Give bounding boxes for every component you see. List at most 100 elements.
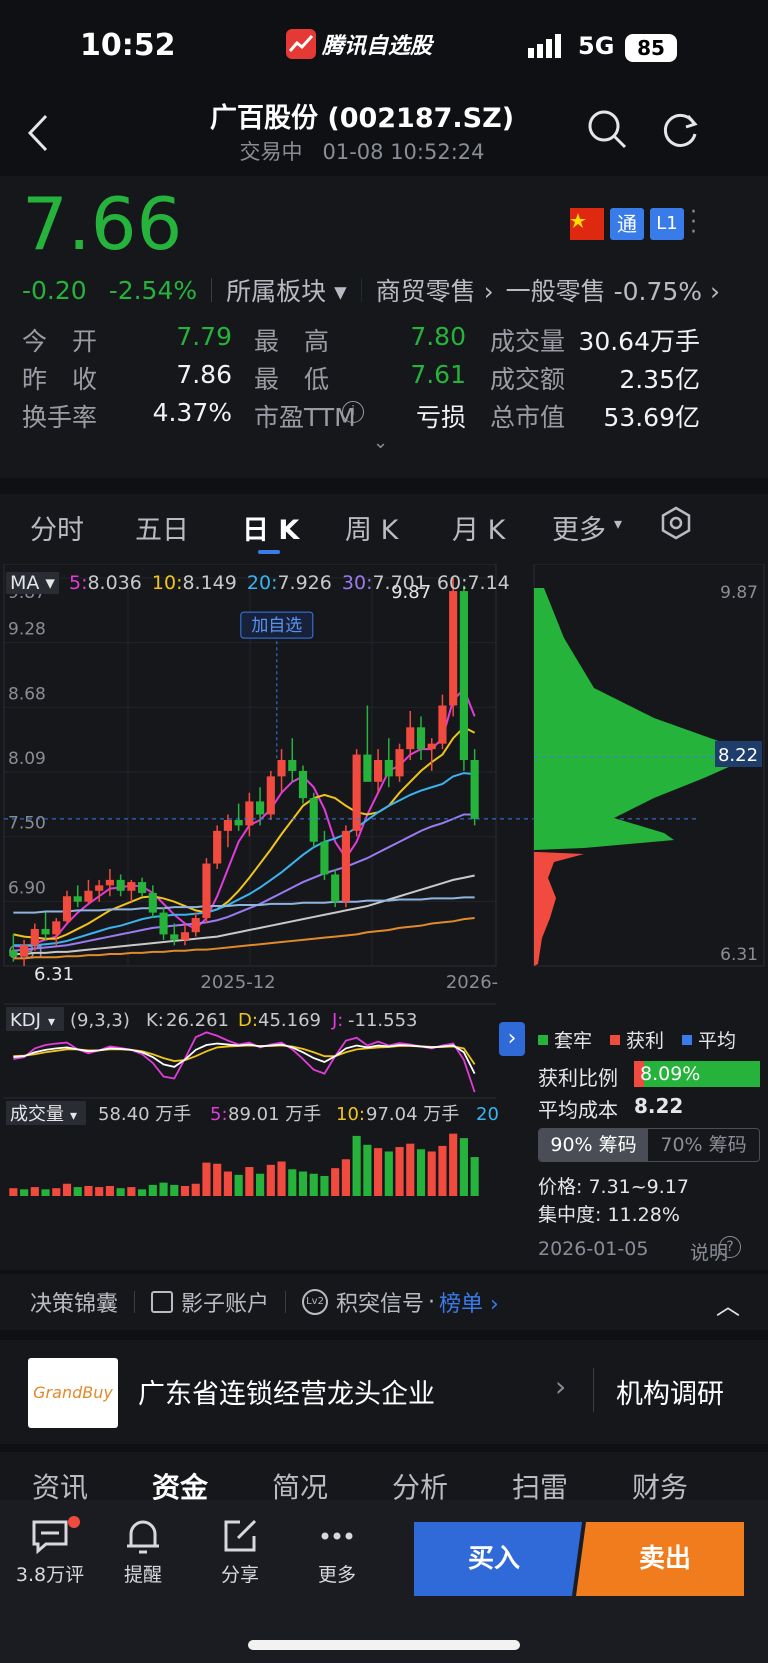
info-tab-5[interactable]: 财务: [632, 1466, 688, 1500]
volume-bar: [266, 1164, 275, 1196]
tab-70-chips[interactable]: 70% 筹码: [648, 1129, 759, 1161]
volume-bar: [245, 1167, 254, 1196]
volume-bar: [84, 1185, 93, 1196]
tab-0[interactable]: 分时: [30, 508, 84, 547]
tab-90-chips[interactable]: 90% 筹码: [539, 1129, 649, 1161]
info-icon[interactable]: i: [342, 401, 364, 423]
level1-badge[interactable]: L1: [650, 208, 684, 240]
expand-right-button[interactable]: ›: [499, 1022, 525, 1056]
ma-number: 7.926: [277, 572, 332, 594]
volume-bar: [416, 1149, 426, 1196]
volume-bar: [470, 1157, 479, 1196]
ma-value: 20:7.926: [246, 572, 332, 594]
volume-bar: [213, 1163, 222, 1196]
tab-1[interactable]: 五日: [135, 508, 189, 547]
info-tabs: 资讯 资金 简况 分析 扫雷 财务: [0, 1452, 768, 1500]
decision-kit-link[interactable]: 决策锦囊: [30, 1286, 118, 1318]
ma-number: 8.149: [182, 572, 237, 594]
ma-selector[interactable]: MA ▾: [6, 572, 59, 594]
battery-icon: 85: [625, 34, 677, 62]
kline-chart[interactable]: 9.879.288.688.097.506.906.319.876.31加自选2…: [0, 564, 768, 1270]
info-tab-3[interactable]: 分析: [392, 1466, 448, 1500]
share-button[interactable]: 分享: [205, 1516, 275, 1587]
tab-5[interactable]: 更多: [552, 508, 606, 547]
volume-bar: [459, 1138, 468, 1196]
signal-link[interactable]: 积突信号: [336, 1286, 424, 1318]
stat-label: 最 低: [254, 365, 330, 394]
remind-button[interactable]: 提醒: [108, 1516, 178, 1587]
kdj-line: [13, 1031, 476, 1093]
company-banner[interactable]: GrandBuy 广东省连锁经营龙头企业 › 机构调研: [0, 1340, 768, 1444]
refresh-button[interactable]: [660, 108, 702, 154]
ma-label: MA: [10, 572, 40, 594]
tab-4[interactable]: 月 K: [452, 508, 505, 547]
volume-bar: [138, 1189, 147, 1196]
stat-value: 7.79: [176, 322, 232, 351]
tab-2[interactable]: 日 K: [242, 508, 299, 547]
candle: [427, 743, 436, 750]
avg-cost-label: 平均成本: [538, 1098, 618, 1122]
candle: [84, 890, 93, 902]
candle: [105, 879, 114, 886]
ma-value: 30:7.701: [341, 572, 427, 594]
stat-value: 4.37%: [152, 398, 232, 427]
chip-y-top: 9.87: [720, 583, 758, 603]
volume-bar: [298, 1171, 308, 1196]
more-button[interactable]: 更多: [302, 1516, 372, 1587]
more-vertical-icon[interactable]: · · ·: [690, 202, 697, 244]
sector-link-1[interactable]: 商贸零售 ›: [376, 272, 494, 308]
chip-legend: 套牢 获利 平均: [538, 1026, 754, 1053]
volume-ma5: 89.01 万手: [228, 1104, 321, 1125]
caret-down-icon: ▾: [614, 514, 623, 533]
candle: [20, 945, 29, 957]
volume-bar: [73, 1187, 82, 1196]
volume-bar: [438, 1145, 447, 1196]
refresh-icon: [663, 113, 698, 147]
info-tab-1[interactable]: 资金: [152, 1466, 208, 1500]
comments-count: 3.8万评: [15, 1564, 85, 1586]
tab-3[interactable]: 周 K: [345, 508, 398, 547]
search-button[interactable]: [586, 108, 628, 154]
period-tabs: 分时 五日 日 K 周 K 月 K 更多 ▾: [0, 494, 768, 564]
candle: [374, 760, 383, 782]
legend-swatch: [682, 1034, 693, 1045]
chip-y-bottom: 6.31: [720, 945, 758, 965]
help-icon[interactable]: ?: [719, 1236, 741, 1258]
settings-icon[interactable]: [659, 506, 693, 540]
buy-button[interactable]: 买入: [414, 1522, 574, 1596]
banner-title: 广东省连锁经营龙头企业: [138, 1379, 435, 1410]
ma-period: 10: [151, 572, 177, 594]
stat-value: 亏损: [415, 403, 466, 432]
candle: [52, 921, 61, 935]
candle: [223, 819, 232, 831]
comments-button[interactable]: 3.8万评: [10, 1516, 90, 1587]
chip-concentration: 集中度: 11.28%: [538, 1204, 680, 1226]
info-tab-0[interactable]: 资讯: [32, 1466, 88, 1500]
info-tab-2[interactable]: 简况: [272, 1466, 328, 1500]
chevron-up-icon[interactable]: ︿: [716, 1286, 740, 1321]
sector-link-2[interactable]: 一般零售 -0.75% ›: [506, 272, 720, 308]
sector-dropdown[interactable]: 所属板块 ▾: [226, 272, 347, 308]
vol-ma5-key: 5:: [210, 1104, 228, 1125]
app-logo-icon: [286, 29, 316, 59]
stat-value: 7.61: [410, 360, 466, 389]
candle: [352, 754, 361, 831]
connect-badge[interactable]: 通: [610, 208, 644, 240]
home-indicator: [248, 1640, 520, 1650]
stat-label: 市盈TTM: [254, 403, 356, 432]
info-tab-4[interactable]: 扫雷: [512, 1466, 568, 1500]
chevron-down-icon[interactable]: ⌄: [373, 432, 388, 453]
research-link[interactable]: 机构调研: [616, 1372, 724, 1411]
tools-strip: 决策锦囊 影子账户 Lv2 积突信号 · 榜单 › ︿: [0, 1274, 768, 1330]
ma-period: 20: [246, 572, 272, 594]
volume-ma10: 97.04 万手: [366, 1104, 459, 1125]
sell-button[interactable]: 卖出: [586, 1522, 744, 1596]
current-price: 7.66: [22, 182, 183, 266]
ranking-label: 榜单: [439, 1292, 484, 1317]
stat-value: 2.35亿: [619, 365, 700, 394]
kdj-j-key: J:: [331, 1010, 343, 1031]
shadow-account-link[interactable]: 影子账户: [181, 1286, 269, 1318]
legend-label: 平均: [698, 1030, 737, 1052]
ranking-link[interactable]: 榜单 ›: [439, 1286, 499, 1318]
tab-underline: [258, 550, 280, 554]
